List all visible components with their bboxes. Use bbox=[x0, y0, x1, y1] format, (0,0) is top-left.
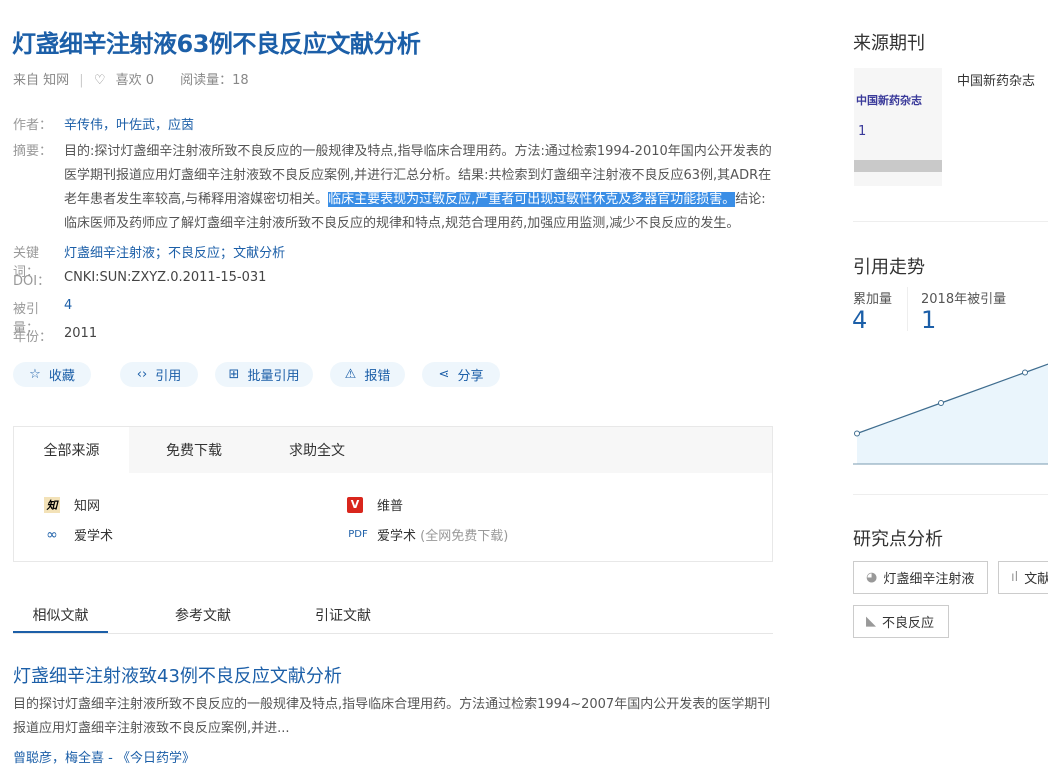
journal-cover-logo: 中国新药杂志 bbox=[856, 94, 922, 107]
total-value: 4 bbox=[852, 306, 868, 334]
tab-free-download[interactable]: 免费下载 bbox=[129, 427, 259, 473]
source-note: (全网免费下载) bbox=[420, 529, 509, 544]
similar-item: 灯盏细辛注射液致43例不良反应文献分析 目的探讨灯盏细辛注射液所致不良反应的一般… bbox=[13, 662, 773, 766]
source-name: 知网 bbox=[74, 499, 101, 514]
trend-point bbox=[854, 430, 860, 437]
research-heading: 研究点分析 bbox=[853, 529, 943, 550]
star-icon: ☆ bbox=[29, 367, 41, 382]
pie-chart-icon: ◕ bbox=[866, 570, 878, 585]
heart-icon: ♡ bbox=[93, 73, 106, 88]
share-button[interactable]: ⋖ 分享 bbox=[422, 362, 500, 387]
journal-heading: 来源期刊 bbox=[853, 33, 925, 54]
tag-label: 文献 bbox=[1024, 572, 1048, 587]
abstract-text: 目的:探讨灯盏细辛注射液所致不良反应的一般规律及特点,指导临床合理用药。方法:通… bbox=[64, 140, 773, 236]
doi-row: DOI： CNKI:SUN:ZXYZ.0.2011-15-031 bbox=[13, 270, 266, 289]
source-ixueshu-pdf[interactable]: PDF 爱学术 (全网免费下载) bbox=[347, 525, 508, 544]
source-ixueshu-link[interactable]: ∞ 爱学术 bbox=[44, 525, 114, 545]
similar-title[interactable]: 灯盏细辛注射液致43例不良反应文献分析 bbox=[13, 662, 773, 688]
journal-cover-issue: 1 bbox=[858, 124, 867, 139]
divider bbox=[853, 494, 1048, 495]
source-name: 维普 bbox=[377, 499, 404, 514]
cqvip-icon: V bbox=[347, 496, 363, 513]
trend-area bbox=[857, 364, 1048, 464]
area-chart-icon: ◣ bbox=[866, 614, 876, 629]
total-label: 累加量 bbox=[853, 292, 893, 307]
favorite-button[interactable]: ☆ 收藏 bbox=[13, 362, 91, 387]
share-icon: ⋖ bbox=[438, 367, 450, 382]
abstract-row: 摘要： 目的:探讨灯盏细辛注射液所致不良反应的一般规律及特点,指导临床合理用药。… bbox=[13, 140, 773, 236]
like-button[interactable]: ♡ 喜欢 0 bbox=[94, 73, 160, 88]
research-tag[interactable]: ◣ 不良反应 bbox=[853, 605, 949, 638]
share-label: 分享 bbox=[457, 369, 484, 384]
cnki-icon: 知 bbox=[44, 496, 60, 513]
tab-references[interactable]: 参考文献 bbox=[108, 598, 298, 633]
divider bbox=[907, 287, 908, 331]
related-tabs: 相似文献 参考文献 引证文献 bbox=[13, 598, 773, 634]
tab-request-fulltext[interactable]: 求助全文 bbox=[259, 427, 375, 473]
article-meta: 来自 知网 | ♡ 喜欢 0 阅读量：18 bbox=[13, 69, 255, 88]
report-button[interactable]: ⚠ 报错 bbox=[330, 362, 405, 387]
link-icon: ∞ bbox=[46, 526, 58, 543]
likes-count: 喜欢 0 bbox=[115, 73, 155, 88]
report-label: 报错 bbox=[364, 369, 391, 384]
tag-label: 灯盏细辛注射液 bbox=[883, 572, 975, 587]
reads-count: 阅读量：18 bbox=[180, 73, 249, 88]
authors-label: 作者： bbox=[13, 118, 53, 133]
action-bar: ☆ 收藏 ‹› 引用 ⊞ 批量引用 ⚠ 报错 ⋖ 分享 bbox=[13, 362, 500, 387]
doi-value: CNKI:SUN:ZXYZ.0.2011-15-031 bbox=[64, 270, 267, 285]
tab-similar[interactable]: 相似文献 bbox=[13, 598, 108, 633]
year-label: 年份： bbox=[13, 330, 53, 345]
sources-tabs: 全部来源 免费下载 求助全文 bbox=[14, 427, 772, 473]
authors-row: 作者： 辛传伟，叶佐武，应茵 bbox=[13, 114, 194, 133]
tag-label: 不良反应 bbox=[882, 616, 935, 631]
source-cqvip[interactable]: V 维普 bbox=[347, 495, 403, 514]
journal-name[interactable]: 中国新药杂志 bbox=[957, 70, 1035, 89]
pdf-icon: PDF bbox=[348, 529, 368, 540]
research-tag[interactable]: ◕ 灯盏细辛注射液 bbox=[853, 561, 988, 594]
article-title: 灯盏细辛注射液63例不良反应文献分析 bbox=[12, 30, 421, 58]
trend-point bbox=[1022, 369, 1028, 376]
year-cited-value: 1 bbox=[921, 306, 937, 334]
divider: | bbox=[79, 73, 84, 88]
source-name: 爱学术 bbox=[74, 529, 114, 544]
source-text: 来自 知网 bbox=[13, 73, 70, 88]
bar-chart-icon: ıl bbox=[1011, 570, 1019, 585]
cite-label: 引用 bbox=[155, 369, 182, 384]
research-tag[interactable]: ıl 文献 bbox=[998, 561, 1048, 594]
abstract-highlight: 临床主要表现为过敏反应,严重者可出现过敏性休克及多器官功能损害。 bbox=[328, 192, 736, 207]
similar-authors[interactable]: 曾聪彦，梅全喜 - 《今日药学》 bbox=[13, 747, 773, 766]
source-name: 爱学术 bbox=[377, 529, 417, 544]
year-row: 年份： 2011 bbox=[13, 326, 97, 345]
tab-citing[interactable]: 引证文献 bbox=[298, 598, 388, 633]
warning-icon: ⚠ bbox=[344, 367, 357, 382]
tab-all-sources[interactable]: 全部来源 bbox=[14, 427, 129, 473]
batch-cite-label: 批量引用 bbox=[247, 369, 300, 384]
folder-plus-icon: ⊞ bbox=[228, 367, 240, 382]
batch-cite-button[interactable]: ⊞ 批量引用 bbox=[215, 362, 313, 387]
trend-chart bbox=[853, 363, 1048, 465]
source-cnki[interactable]: 知 知网 bbox=[44, 495, 100, 514]
sources-panel: 全部来源 免费下载 求助全文 知 知网 V 维普 ∞ 爱学术 PDF 爱学术 (… bbox=[13, 426, 773, 562]
cite-button[interactable]: ‹› 引用 bbox=[120, 362, 198, 387]
code-icon: ‹› bbox=[136, 367, 148, 382]
trend-heading: 引用走势 bbox=[853, 257, 925, 278]
year-cited-label: 2018年被引量 bbox=[921, 292, 1007, 307]
abstract-label: 摘要： bbox=[13, 144, 53, 159]
similar-snippet: 目的探讨灯盏细辛注射液所致不良反应的一般规律及特点,指导临床合理用药。方法通过检… bbox=[13, 697, 771, 736]
journal-cover-band bbox=[854, 160, 942, 172]
authors-links[interactable]: 辛传伟，叶佐武，应茵 bbox=[64, 114, 194, 133]
favorite-label: 收藏 bbox=[48, 369, 75, 384]
divider bbox=[853, 221, 1048, 222]
year-value: 2011 bbox=[64, 326, 98, 341]
doi-label: DOI： bbox=[13, 274, 51, 289]
trend-point bbox=[938, 400, 944, 406]
journal-cover[interactable]: 中国新药杂志 1 bbox=[854, 68, 942, 186]
